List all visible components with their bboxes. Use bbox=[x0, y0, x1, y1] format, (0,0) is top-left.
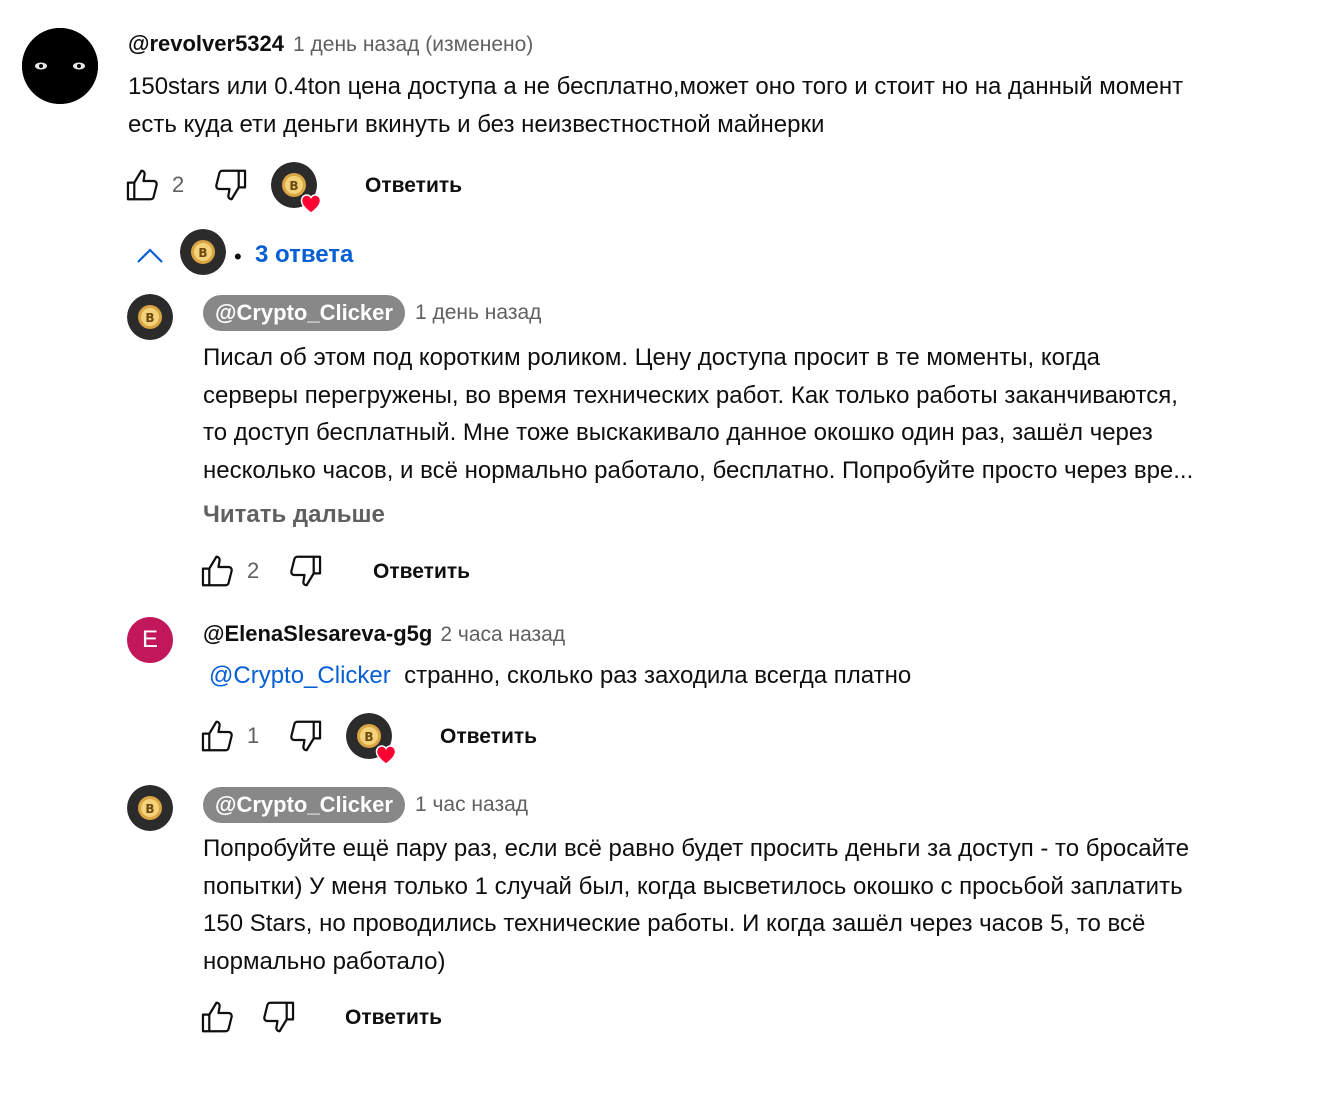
reply-text-line: Попробуйте ещё пару раз, если всё равно … bbox=[203, 835, 1190, 862]
separator-dot: • bbox=[234, 244, 242, 269]
reply-button[interactable]: Ответить bbox=[373, 560, 470, 584]
comment-text-line: есть куда ети деньги вкинуть и без неизв… bbox=[128, 111, 825, 138]
creator-heart-badge: B bbox=[346, 713, 397, 765]
comment-time[interactable]: 1 день назад (изменено) bbox=[293, 33, 533, 57]
reply-header: @Crypto_Clicker 1 день назад bbox=[203, 295, 541, 331]
dislike-icon[interactable] bbox=[259, 998, 297, 1036]
reply-text-line: то доступ бесплатный. Мне тоже выскакива… bbox=[203, 419, 1153, 446]
reply-text-line: 150 Stars, но проводились технические ра… bbox=[203, 910, 1146, 937]
dislike-icon[interactable] bbox=[286, 717, 324, 755]
like-count: 1 bbox=[247, 723, 260, 748]
like-count: 2 bbox=[247, 558, 260, 583]
like-icon[interactable] bbox=[199, 717, 237, 755]
svg-text:B: B bbox=[145, 311, 154, 325]
comment-header: @revolver5324 1 день назад (изменено) bbox=[128, 31, 533, 57]
reply-author-pill[interactable]: @Crypto_Clicker bbox=[203, 295, 405, 331]
replies-toggle[interactable]: 3 ответа bbox=[255, 241, 353, 269]
reply-text-line: серверы перегружены, во время технически… bbox=[203, 381, 1178, 409]
heart-icon bbox=[375, 745, 397, 765]
avatar-revolver5324[interactable] bbox=[22, 28, 98, 104]
like-count: 2 bbox=[172, 172, 185, 197]
reply-header: @ElenaSlesareva-g5g 2 часа назад bbox=[203, 621, 565, 647]
reply-button[interactable]: Ответить bbox=[365, 174, 462, 198]
reply-button[interactable]: Ответить bbox=[440, 725, 537, 749]
reply-header: @Crypto_Clicker 1 час назад bbox=[203, 787, 528, 823]
reply-text-line: нормально работало) bbox=[203, 947, 446, 975]
avatar-elena[interactable]: E bbox=[127, 617, 173, 663]
avatar-crypto-clicker[interactable]: B bbox=[127, 785, 173, 831]
like-icon[interactable] bbox=[124, 166, 162, 204]
reply-text-line: несколько часов, и всё нормально работал… bbox=[203, 456, 1194, 484]
like-icon[interactable] bbox=[199, 552, 237, 590]
reply-text-line: попытки) У меня только 1 случай был, ког… bbox=[203, 872, 1183, 900]
reply-author[interactable]: @ElenaSlesareva-g5g bbox=[203, 621, 432, 647]
dislike-icon[interactable] bbox=[211, 166, 249, 204]
creator-heart-badge: B bbox=[271, 162, 322, 214]
svg-text:B: B bbox=[198, 246, 207, 260]
avatar-crypto-clicker[interactable]: B bbox=[127, 294, 173, 340]
mention-link[interactable]: @Crypto_Clicker bbox=[209, 662, 391, 689]
reply-text-line: Писал об этом под коротким роликом. Цену… bbox=[203, 344, 1100, 371]
svg-text:B: B bbox=[289, 179, 298, 193]
like-icon[interactable] bbox=[199, 998, 237, 1036]
comment-text-line: 150stars или 0.4ton цена доступа а не бе… bbox=[128, 73, 1184, 100]
reply-time[interactable]: 1 час назад bbox=[415, 793, 528, 817]
svg-text:B: B bbox=[364, 730, 373, 744]
reply-author-pill[interactable]: @Crypto_Clicker bbox=[203, 787, 405, 823]
reply-text-body: странно, сколько раз заходила всегда пла… bbox=[404, 662, 912, 689]
reply-text: Писал об этом под коротким роликом. Цену… bbox=[203, 339, 1313, 489]
reply-text: @Crypto_Clicker странно, сколько раз зах… bbox=[209, 657, 911, 695]
reply-button[interactable]: Ответить bbox=[345, 1006, 442, 1030]
heart-icon bbox=[300, 194, 322, 214]
read-more-button[interactable]: Читать дальше bbox=[203, 501, 385, 529]
comment-text: 150stars или 0.4ton цена доступа а не бе… bbox=[128, 68, 1318, 144]
chevron-up-icon[interactable] bbox=[136, 246, 164, 266]
svg-text:B: B bbox=[145, 802, 154, 816]
reply-time[interactable]: 2 часа назад bbox=[440, 623, 565, 647]
comment-author[interactable]: @revolver5324 bbox=[128, 31, 284, 57]
replies-creator-avatar: B bbox=[180, 229, 226, 275]
dislike-icon[interactable] bbox=[286, 552, 324, 590]
reply-time[interactable]: 1 день назад bbox=[415, 301, 541, 325]
reply-text: Попробуйте ещё пару раз, если всё равно … bbox=[203, 830, 1313, 980]
